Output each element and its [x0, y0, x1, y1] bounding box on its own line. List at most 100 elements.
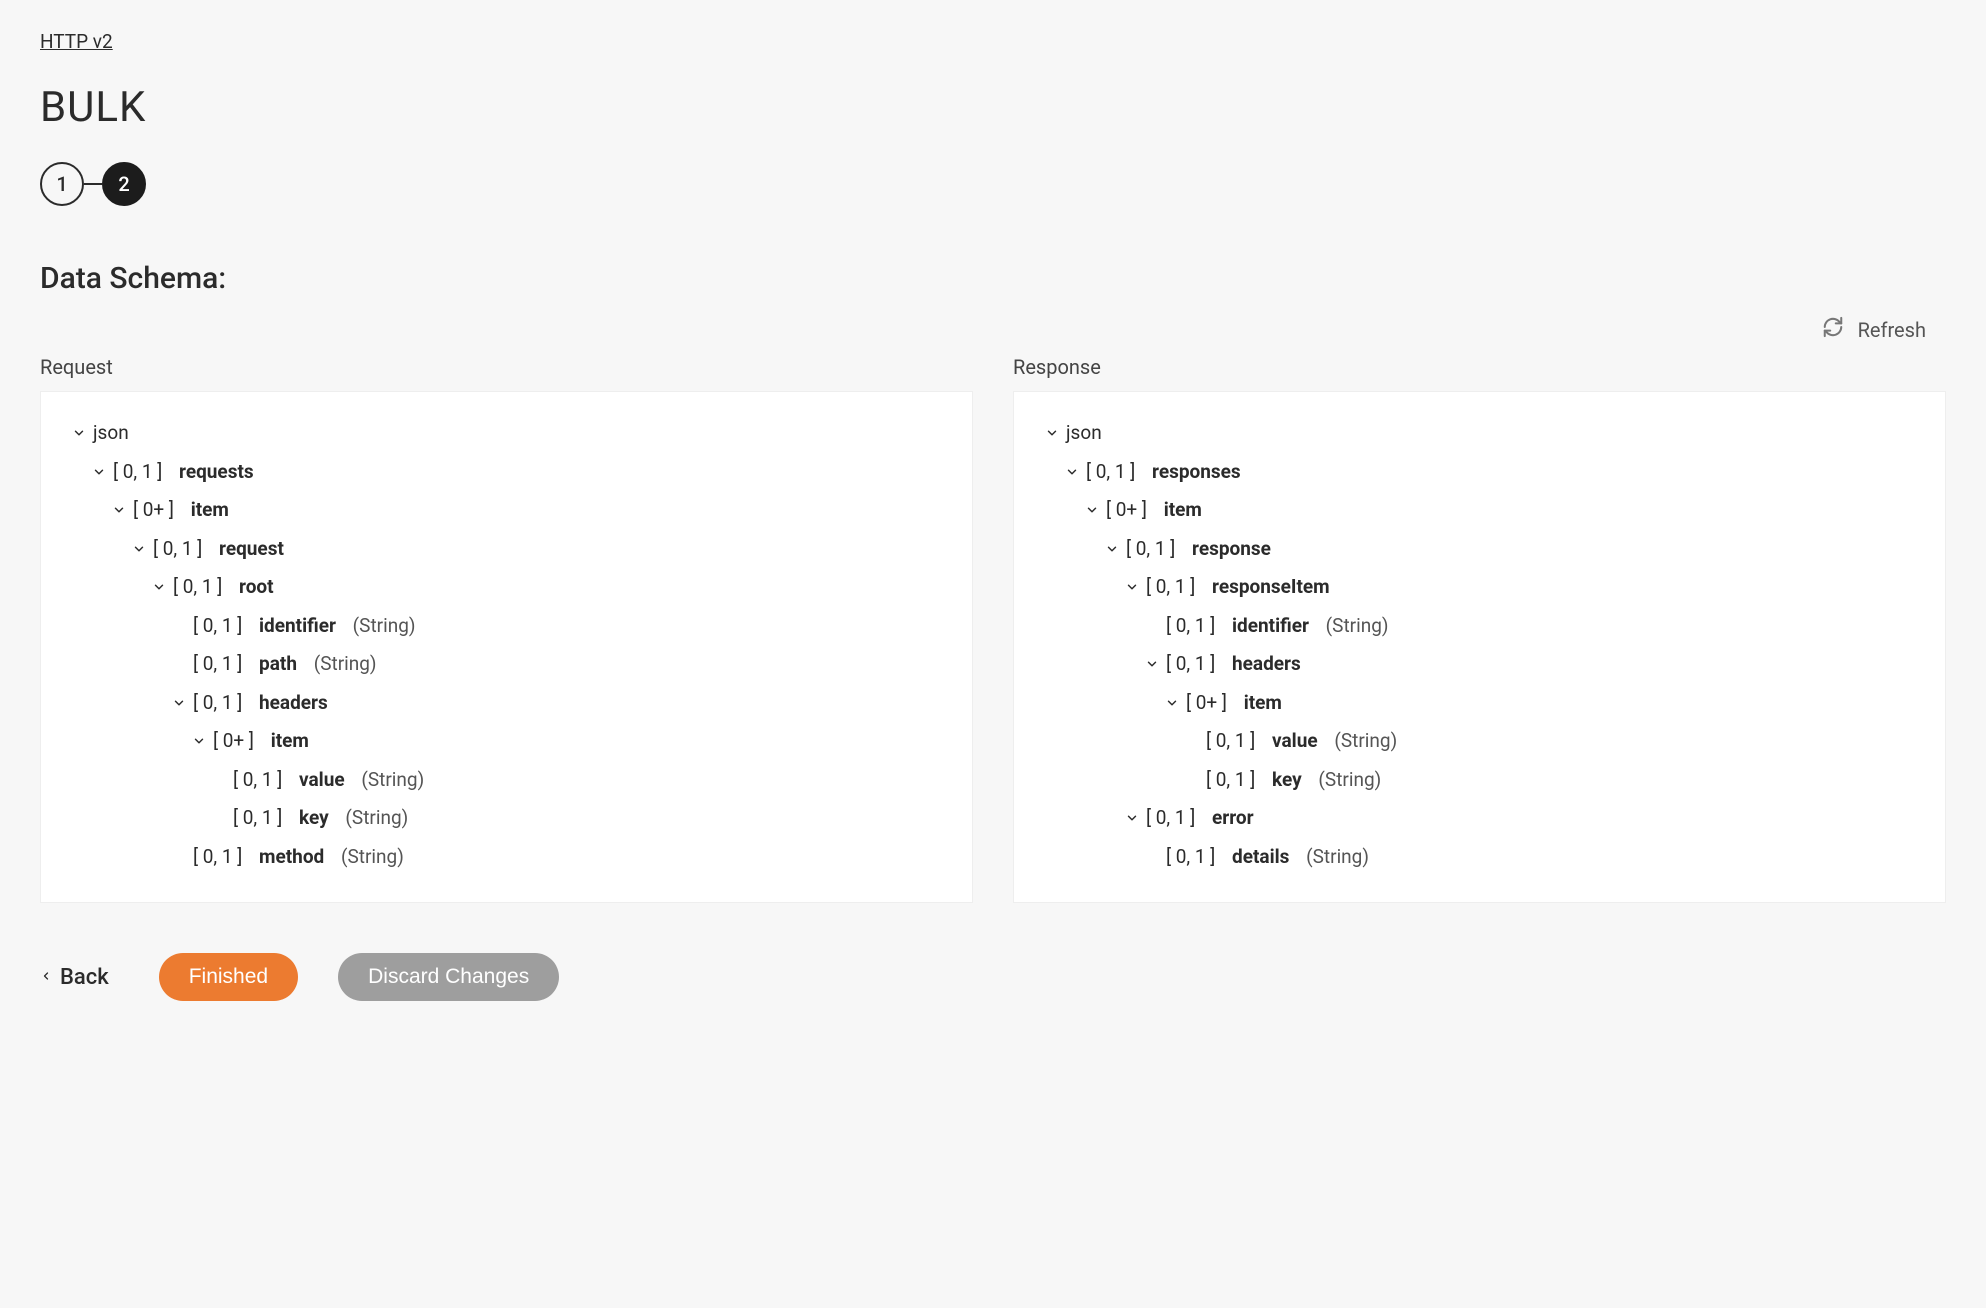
tree-node-type: (String) — [314, 650, 377, 679]
chevron-down-icon[interactable] — [171, 696, 187, 710]
request-column: Request json [ 0, 1 ] requests [ 0+ ] it… — [40, 355, 973, 903]
tree-node-card: [ 0, 1 ] — [1146, 573, 1195, 602]
request-panel: json [ 0, 1 ] requests [ 0+ ] item [ 0, … — [40, 391, 973, 903]
tree-node-name: path — [259, 650, 297, 679]
tree-node-name: item — [191, 496, 229, 525]
tree-row[interactable]: [ 0, 1 ] value (String) — [71, 761, 942, 800]
tree-row[interactable]: [ 0+ ] item — [71, 491, 942, 530]
page-title: BULK — [40, 83, 1946, 132]
tree-node-card: [ 0, 1 ] — [233, 766, 282, 795]
tree-node-name: requests — [179, 458, 254, 487]
refresh-button[interactable]: Refresh — [1822, 316, 1926, 343]
request-label: Request — [40, 355, 973, 379]
tree-row[interactable]: [ 0, 1 ] request — [71, 530, 942, 569]
tree-row[interactable]: [ 0, 1 ] responses — [1044, 453, 1915, 492]
chevron-down-icon[interactable] — [1144, 657, 1160, 671]
tree-row[interactable]: json — [71, 414, 942, 453]
tree-node-card: [ 0, 1 ] — [193, 689, 242, 718]
chevron-left-icon — [40, 965, 52, 990]
tree-node-name: item — [1164, 496, 1202, 525]
finished-button[interactable]: Finished — [159, 953, 298, 1001]
tree-row[interactable]: [ 0, 1 ] headers — [71, 684, 942, 723]
tree-node-card: [ 0, 1 ] — [233, 804, 282, 833]
tree-node-card: [ 0, 1 ] — [193, 843, 242, 872]
step-connector — [84, 183, 102, 185]
tree-node-name: response — [1192, 535, 1271, 564]
chevron-down-icon[interactable] — [111, 503, 127, 517]
chevron-down-icon[interactable] — [1104, 542, 1120, 556]
chevron-down-icon[interactable] — [1124, 811, 1140, 825]
tree-node-name: value — [299, 766, 345, 795]
tree-node-name: responseItem — [1212, 573, 1330, 602]
tree-node-card: [ 0, 1 ] — [1166, 650, 1215, 679]
discard-button[interactable]: Discard Changes — [338, 953, 559, 1001]
tree-node-name: item — [1244, 689, 1282, 718]
tree-row[interactable]: json — [1044, 414, 1915, 453]
tree-row[interactable]: [ 0, 1 ] key (String) — [1044, 761, 1915, 800]
tree-row[interactable]: [ 0, 1 ] requests — [71, 453, 942, 492]
chevron-down-icon[interactable] — [151, 580, 167, 594]
tree-row[interactable]: [ 0, 1 ] response — [1044, 530, 1915, 569]
breadcrumb[interactable]: HTTP v2 — [40, 30, 113, 53]
tree-node-name: error — [1212, 804, 1254, 833]
tree-row[interactable]: [ 0, 1 ] responseItem — [1044, 568, 1915, 607]
tree-row[interactable]: [ 0, 1 ] key (String) — [71, 799, 942, 838]
chevron-down-icon[interactable] — [1084, 503, 1100, 517]
tree-node-type: (String) — [1318, 766, 1381, 795]
tree-node-type: (String) — [353, 612, 416, 641]
tree-node-name: responses — [1152, 458, 1241, 487]
tree-node-name: identifier — [259, 612, 336, 641]
tree-row[interactable]: [ 0+ ] item — [1044, 491, 1915, 530]
tree-node-card: [ 0, 1 ] — [1166, 843, 1215, 872]
tree-node-name: item — [271, 727, 309, 756]
chevron-down-icon[interactable] — [1044, 426, 1060, 440]
step-1[interactable]: 1 — [40, 162, 84, 206]
tree-row[interactable]: [ 0, 1 ] headers — [1044, 645, 1915, 684]
chevron-down-icon[interactable] — [191, 734, 207, 748]
tree-row[interactable]: [ 0+ ] item — [71, 722, 942, 761]
tree-node-card: [ 0+ ] — [213, 727, 254, 756]
tree-node-name: method — [259, 843, 324, 872]
tree-node-name: json — [1066, 419, 1102, 448]
tree-node-name: key — [1272, 766, 1302, 795]
chevron-down-icon[interactable] — [71, 426, 87, 440]
tree-row[interactable]: [ 0, 1 ] method (String) — [71, 838, 942, 877]
tree-node-card: [ 0+ ] — [1106, 496, 1147, 525]
tree-row[interactable]: [ 0, 1 ] details (String) — [1044, 838, 1915, 877]
back-button[interactable]: Back — [40, 965, 109, 990]
tree-node-name: headers — [259, 689, 328, 718]
tree-node-card: [ 0, 1 ] — [1206, 727, 1255, 756]
chevron-down-icon[interactable] — [1164, 696, 1180, 710]
refresh-label: Refresh — [1858, 318, 1926, 342]
tree-node-card: [ 0, 1 ] — [153, 535, 202, 564]
chevron-down-icon[interactable] — [1124, 580, 1140, 594]
response-column: Response json [ 0, 1 ] responses [ 0+ ] … — [1013, 355, 1946, 903]
tree-row[interactable]: [ 0, 1 ] value (String) — [1044, 722, 1915, 761]
tree-row[interactable]: [ 0, 1 ] error — [1044, 799, 1915, 838]
tree-node-card: [ 0+ ] — [133, 496, 174, 525]
chevron-down-icon[interactable] — [131, 542, 147, 556]
tree-node-type: (String) — [345, 804, 408, 833]
tree-node-type: (String) — [361, 766, 424, 795]
chevron-down-icon[interactable] — [1064, 465, 1080, 479]
step-2[interactable]: 2 — [102, 162, 146, 206]
stepper: 1 2 — [40, 162, 1946, 206]
tree-node-card: [ 0, 1 ] — [193, 612, 242, 641]
tree-node-type: (String) — [341, 843, 404, 872]
tree-node-type: (String) — [1306, 843, 1369, 872]
tree-node-card: [ 0, 1 ] — [113, 458, 162, 487]
tree-node-card: [ 0, 1 ] — [1126, 535, 1175, 564]
tree-row[interactable]: [ 0, 1 ] root — [71, 568, 942, 607]
tree-node-name: value — [1272, 727, 1318, 756]
tree-node-card: [ 0, 1 ] — [1146, 804, 1195, 833]
tree-node-type: (String) — [1326, 612, 1389, 641]
back-label: Back — [60, 965, 109, 990]
chevron-down-icon[interactable] — [91, 465, 107, 479]
tree-node-card: [ 0, 1 ] — [1206, 766, 1255, 795]
tree-row[interactable]: [ 0, 1 ] identifier (String) — [1044, 607, 1915, 646]
tree-node-card: [ 0, 1 ] — [1166, 612, 1215, 641]
tree-row[interactable]: [ 0, 1 ] identifier (String) — [71, 607, 942, 646]
tree-node-card: [ 0+ ] — [1186, 689, 1227, 718]
tree-row[interactable]: [ 0, 1 ] path (String) — [71, 645, 942, 684]
tree-row[interactable]: [ 0+ ] item — [1044, 684, 1915, 723]
